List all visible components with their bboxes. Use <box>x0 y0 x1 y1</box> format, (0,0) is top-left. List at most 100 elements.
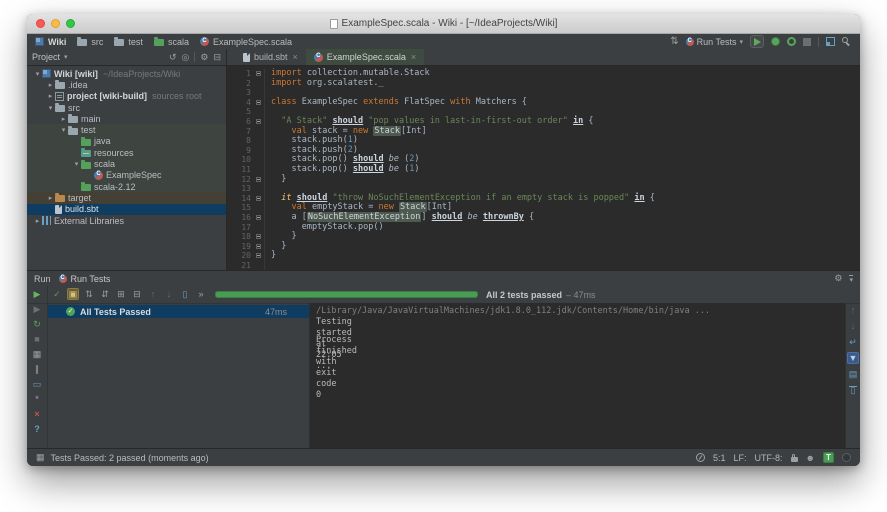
run-tab[interactable]: Run Tests <box>59 274 111 284</box>
tree-item--idea[interactable]: ▸.idea <box>27 79 226 90</box>
fold-marker-icon[interactable] <box>255 69 264 79</box>
nav-item-scala[interactable]: scala <box>154 37 189 47</box>
caret-position-widget[interactable]: 5:1 <box>713 453 726 463</box>
fold-marker-icon[interactable] <box>255 242 264 252</box>
lock-icon[interactable] <box>791 457 798 462</box>
fold-marker-icon[interactable] <box>255 175 264 185</box>
code-line-2[interactable]: 2import org.scalatest._ <box>227 79 860 89</box>
test-result-row[interactable]: ✓All Tests Passed47ms <box>48 305 309 318</box>
fold-marker-icon[interactable] <box>255 194 264 204</box>
soft-wrap-icon[interactable]: ↵ <box>847 336 859 348</box>
fold-marker-icon[interactable] <box>255 232 264 242</box>
stop-button[interactable] <box>803 38 811 46</box>
show-ignored-icon[interactable]: ▣ <box>67 288 79 300</box>
gear-icon[interactable]: ⚙ <box>834 273 842 284</box>
more-icon[interactable]: » <box>195 288 207 300</box>
fold-marker-icon[interactable] <box>255 117 264 127</box>
run-console[interactable]: /Library/Java/JavaVirtualMachines/jdk1.8… <box>310 303 845 449</box>
history-icon[interactable]: ▯ <box>179 288 191 300</box>
tool-windows-icon[interactable] <box>826 37 835 46</box>
nav-item-wiki[interactable]: Wiki <box>35 37 66 47</box>
close-tab-icon[interactable]: × <box>411 52 416 62</box>
tree-item-build-sbt[interactable]: build.sbt <box>27 204 226 215</box>
tree-down-arrow-icon[interactable]: ▾ <box>72 160 81 168</box>
code-editor[interactable]: 1import collection.mutable.Stack2import … <box>227 66 860 270</box>
tree-right-arrow-icon[interactable]: ▸ <box>59 115 68 123</box>
sync-icon[interactable]: ↺ <box>169 52 177 63</box>
rerun-icon[interactable]: ▶ <box>31 288 43 300</box>
code-line-19[interactable]: 19 } <box>227 242 860 252</box>
vcs-update-icon[interactable]: ⇅ <box>670 37 678 47</box>
fold-marker-icon[interactable] <box>255 98 264 108</box>
nav-item-src[interactable]: src <box>77 37 103 47</box>
editor-tab-examplespec-scala[interactable]: ExampleSpec.scala× <box>306 49 424 65</box>
collapse-all-icon[interactable]: ⊟ <box>213 52 221 63</box>
hide-panel-icon[interactable]: ▾ <box>849 274 853 284</box>
pause-icon[interactable]: ∥ <box>31 363 43 375</box>
tree-item-examplespec[interactable]: ExampleSpec <box>27 170 226 181</box>
tree-right-arrow-icon[interactable]: ▸ <box>46 81 55 89</box>
code-line-17[interactable]: 17 emptyStack.pop() <box>227 223 860 233</box>
scroll-end-icon[interactable]: ▼ <box>847 352 859 364</box>
settings-icon[interactable]: ⚙ <box>200 52 208 63</box>
coverage-button[interactable] <box>787 37 796 46</box>
collapse-all-icon[interactable]: ⊟ <box>131 288 143 300</box>
autotest-icon[interactable]: ↻ <box>31 318 43 330</box>
search-everywhere-icon[interactable] <box>842 37 852 47</box>
code-line-12[interactable]: 12 } <box>227 175 860 185</box>
tree-right-arrow-icon[interactable]: ▸ <box>46 92 55 100</box>
help-icon[interactable]: ? <box>31 423 43 435</box>
close-icon[interactable]: × <box>31 408 43 420</box>
tree-item-test[interactable]: ▾test <box>27 124 226 135</box>
editor-tab-build-sbt[interactable]: build.sbt× <box>235 49 306 65</box>
code-line-11[interactable]: 11 stack.pop() should be (1) <box>227 165 860 175</box>
rerun-failed-icon[interactable]: ▶ <box>31 303 43 315</box>
code-line-21[interactable]: 21 <box>227 261 860 270</box>
run-configuration-select[interactable]: Run Tests ▾ <box>686 37 743 47</box>
tree-item-external-libraries[interactable]: ▸External Libraries <box>27 215 226 226</box>
close-tab-icon[interactable]: × <box>293 52 298 62</box>
tree-item-java[interactable]: java <box>27 136 226 147</box>
nav-item-examplespec-scala[interactable]: ExampleSpec.scala <box>200 37 292 47</box>
stop-icon[interactable]: ■ <box>31 333 43 345</box>
down-stack-icon[interactable]: ↓ <box>847 320 859 332</box>
fold-marker-icon[interactable] <box>255 213 264 223</box>
sort-duration-icon[interactable]: ⇵ <box>99 288 111 300</box>
restore-layout-icon[interactable]: ▦ <box>31 348 43 360</box>
expand-all-icon[interactable]: ⊞ <box>115 288 127 300</box>
tree-item-main[interactable]: ▸main <box>27 113 226 124</box>
tree-item-scala[interactable]: ▾scala <box>27 158 226 169</box>
fold-marker-icon[interactable] <box>255 251 264 261</box>
nav-item-test[interactable]: test <box>114 37 143 47</box>
show-console-icon[interactable]: ▭ <box>31 378 43 390</box>
tree-item-wiki-wiki-[interactable]: ▾Wiki [wiki]~/IdeaProjects/Wiki <box>27 68 226 79</box>
tree-item-target[interactable]: ▸target <box>27 192 226 203</box>
tree-right-arrow-icon[interactable]: ▸ <box>46 194 55 202</box>
sort-alpha-icon[interactable]: ⇅ <box>83 288 95 300</box>
show-passed-icon[interactable]: ✓ <box>51 288 63 300</box>
tree-item-scala-2-12[interactable]: scala-2.12 <box>27 181 226 192</box>
next-failed-icon[interactable]: ↓ <box>163 288 175 300</box>
debug-button[interactable] <box>771 37 780 46</box>
up-stack-icon[interactable]: ↑ <box>847 304 859 316</box>
tree-item-project-wiki-build-[interactable]: ▸project [wiki-build]sources root <box>27 91 226 102</box>
tree-item-src[interactable]: ▾src <box>27 102 226 113</box>
jump-to-icon[interactable]: * <box>31 393 43 405</box>
code-line-4[interactable]: 4class ExampleSpec extends FlatSpec with… <box>227 98 860 108</box>
run-button[interactable] <box>750 35 764 48</box>
tree-item-resources[interactable]: resources <box>27 147 226 158</box>
clear-icon[interactable]: ▯ <box>847 384 859 396</box>
tree-down-arrow-icon[interactable]: ▾ <box>59 126 68 134</box>
code-line-20[interactable]: 20} <box>227 251 860 261</box>
tree-right-arrow-icon[interactable]: ▸ <box>33 217 42 225</box>
prev-failed-icon[interactable]: ↑ <box>147 288 159 300</box>
line-ending-widget[interactable]: LF: <box>734 453 747 463</box>
tree-down-arrow-icon[interactable]: ▾ <box>33 70 42 78</box>
locate-icon[interactable]: ◎ <box>182 52 190 63</box>
encoding-widget[interactable]: UTF-8: <box>755 453 783 463</box>
code-line-18[interactable]: 18 } <box>227 232 860 242</box>
project-panel-title[interactable]: Project <box>32 52 60 62</box>
tool-window-switcher-icon[interactable]: ▦ <box>36 452 45 463</box>
tree-down-arrow-icon[interactable]: ▾ <box>46 104 55 112</box>
green-badge-icon[interactable]: T <box>823 452 834 463</box>
